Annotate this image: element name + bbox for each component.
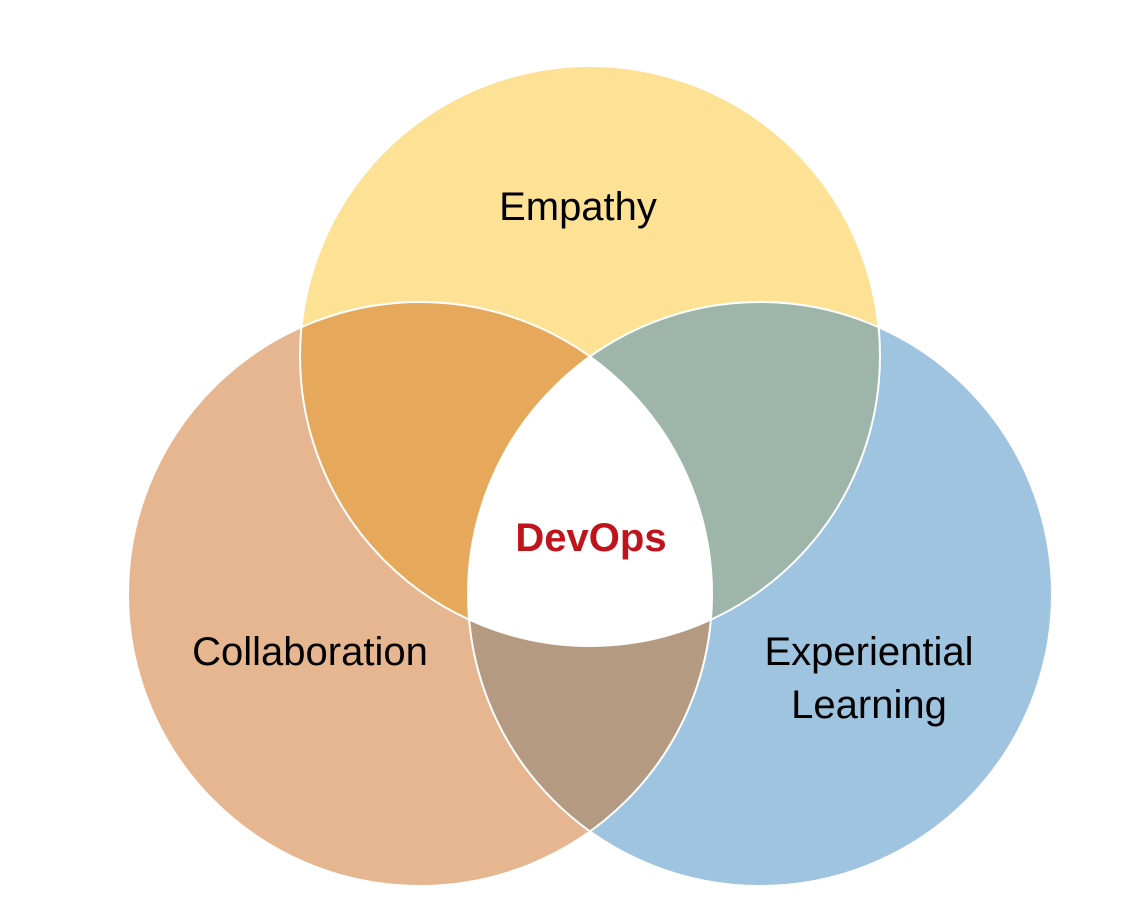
collaboration-label: Collaboration	[192, 630, 428, 674]
empathy-label: Empathy	[499, 185, 657, 229]
experiential-learning-label-line1: Experiential	[764, 630, 973, 674]
experiential-learning-label-line2: Learning	[791, 683, 947, 727]
venn-diagram: Empathy Collaboration Experiential Learn…	[127, 65, 1053, 887]
devops-label: DevOps	[515, 516, 666, 560]
